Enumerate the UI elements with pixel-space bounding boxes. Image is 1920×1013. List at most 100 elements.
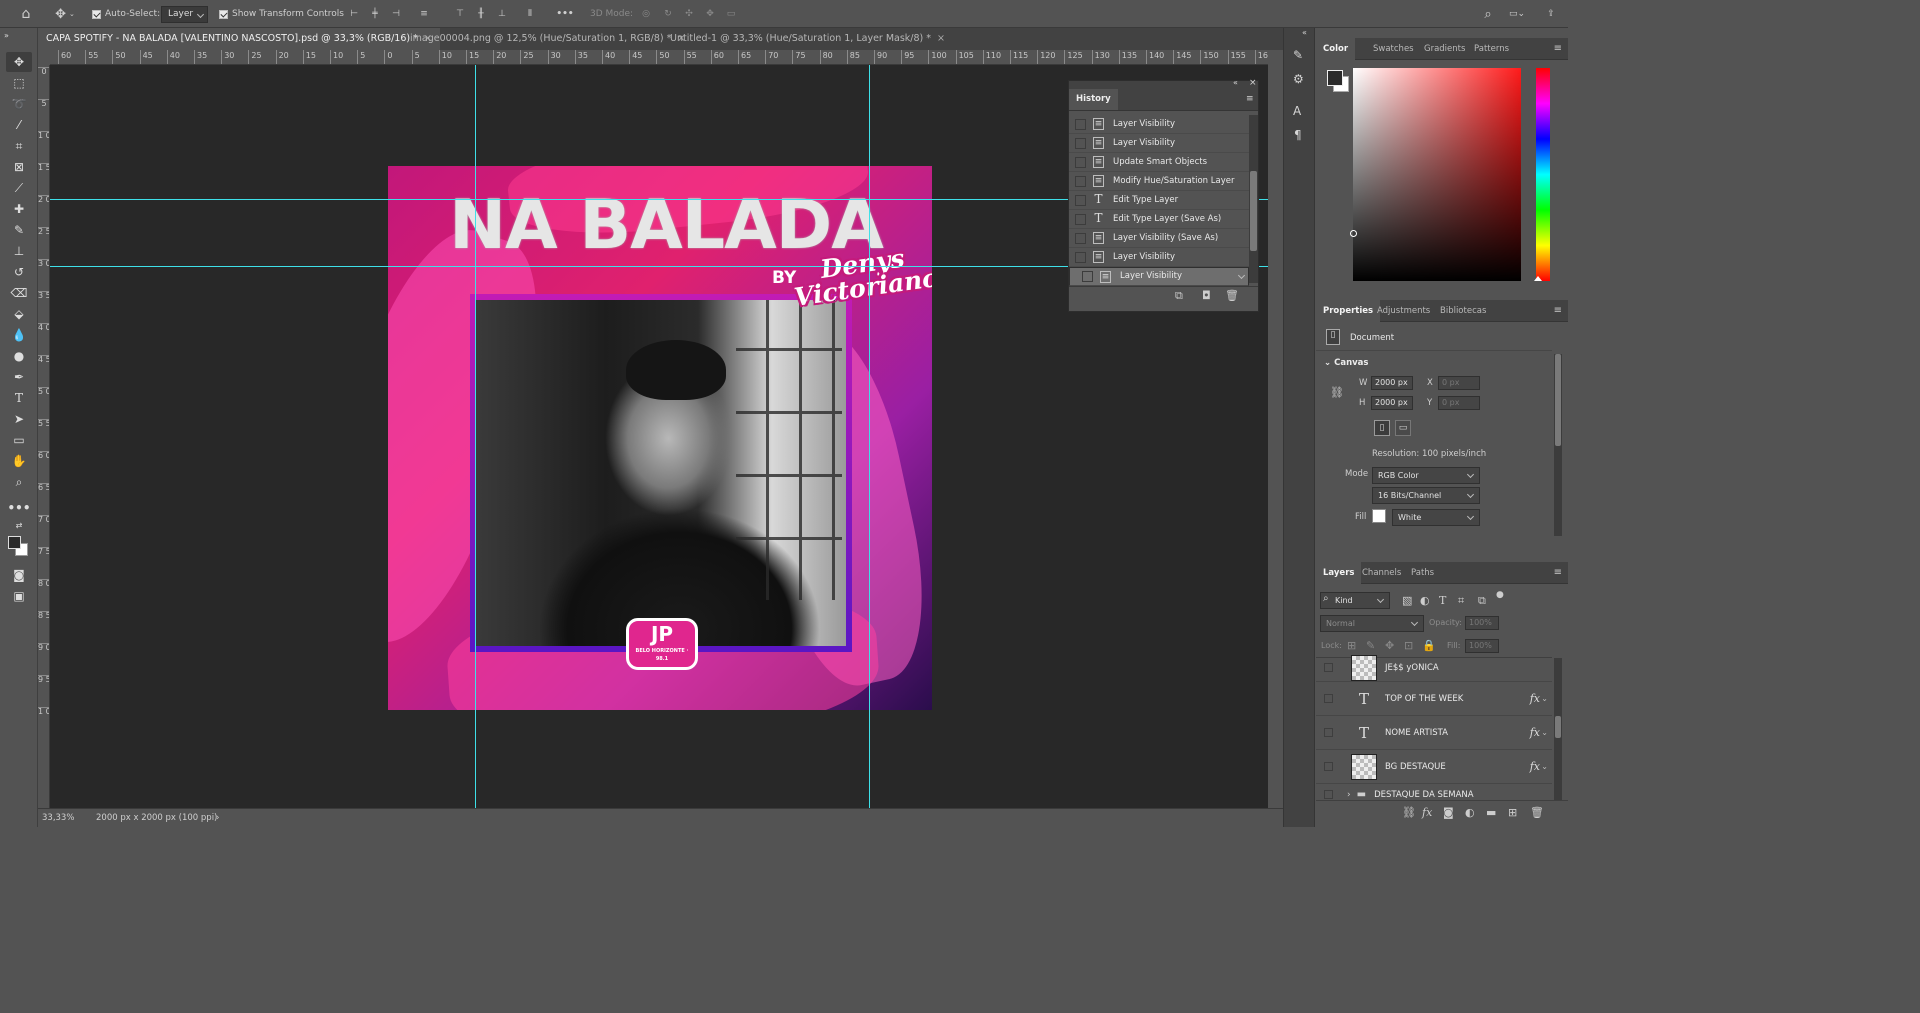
move-tool-icon[interactable]: ✥ [6,52,32,72]
align-right-icon[interactable]: ⊣ [388,4,404,24]
filter-toggle-icon[interactable]: ● [1496,590,1504,600]
move-tool-preset-icon[interactable]: ✥ ⌄ [50,4,80,24]
layer-row[interactable]: › ▬ DESTAQUE DA SEMANA [1316,784,1552,800]
canvas-section-toggle[interactable]: ⌄ Canvas [1324,358,1368,368]
new-document-from-state-icon[interactable]: ⧉ [1175,289,1183,303]
distribute-h-icon[interactable]: ⦀ [522,4,538,24]
landscape-orientation-icon[interactable]: ▭ [1395,420,1411,436]
history-state[interactable]: T Edit Type Layer [1069,191,1249,210]
layer-visibility-toggle[interactable] [1324,790,1333,799]
lock-artboard-icon[interactable]: ⊡ [1404,639,1413,652]
layer-effects-icon[interactable]: fx [1530,726,1540,739]
blur-tool-icon[interactable]: 💧 [6,325,32,345]
align-left-icon[interactable]: ⊢ [346,4,362,24]
history-source-checkbox[interactable] [1075,194,1086,206]
share-icon[interactable]: ⇪ [1542,4,1560,24]
history-state[interactable]: ≡ Layer Visibility [1069,248,1249,267]
zoom-level[interactable]: 33,33% [42,809,74,827]
auto-select-target-dropdown[interactable]: Layer [161,4,209,24]
filter-shape-icon[interactable]: ⌗ [1458,594,1464,608]
layer-visibility-toggle[interactable] [1324,663,1333,672]
layer-effects-icon[interactable]: fx [1530,760,1540,773]
zoom-tool-icon[interactable]: ⌕ [6,472,32,492]
history-source-checkbox[interactable] [1075,251,1086,263]
quick-mask-icon[interactable]: ◙ [6,565,32,585]
expand-effects-icon[interactable]: ⌄ [1541,762,1548,771]
hue-slider[interactable] [1534,68,1550,281]
color-cursor[interactable] [1350,230,1357,237]
expand-effects-icon[interactable]: ⌄ [1541,694,1548,703]
history-state[interactable]: ≡ Layer Visibility (Save As) [1069,229,1249,248]
layer-row[interactable]: BG DESTAQUE fx ⌄ [1316,750,1552,784]
layer-filter-kind-dropdown[interactable]: Kind [1320,592,1390,609]
history-source-checkbox[interactable] [1082,271,1093,282]
delete-state-icon[interactable]: 🗑 [1225,289,1239,302]
link-layers-icon[interactable]: ⛓ [1402,806,1416,819]
layer-visibility-toggle[interactable] [1324,762,1333,771]
foreground-color-swatch[interactable] [1327,70,1343,86]
tab-swatches[interactable]: Swatches [1366,38,1421,60]
eraser-tool-icon[interactable]: ⌫ [6,283,32,303]
brush-settings-icon[interactable]: ✎ [1293,48,1303,62]
layer-visibility-toggle[interactable] [1324,728,1333,737]
eyedropper-tool-icon[interactable]: ⟋ [6,178,32,198]
new-group-icon[interactable]: ▬ [1486,806,1496,819]
history-state[interactable]: ≡ Layer Visibility [1069,115,1249,134]
panel-menu-icon[interactable]: ≡ [1554,567,1562,578]
layer-name[interactable]: TOP OF THE WEEK [1385,694,1530,704]
home-icon[interactable]: ⌂ [16,4,36,24]
opacity-field[interactable]: 100% [1465,616,1499,630]
distribute-v-icon[interactable]: ≡ [416,4,432,24]
layer-name[interactable]: JE$$ yONICA [1385,663,1552,673]
layer-row[interactable]: T TOP OF THE WEEK fx ⌄ [1316,682,1552,716]
delete-layer-icon[interactable]: 🗑 [1530,806,1544,819]
history-source-checkbox[interactable] [1075,156,1086,168]
marquee-tool-icon[interactable]: ⬚ [6,73,32,93]
magic-wand-tool-icon[interactable]: ⁄ [6,115,32,135]
x-field[interactable]: 0 px [1438,376,1480,390]
paragraph-panel-icon[interactable]: ¶ [1294,128,1302,142]
guide-vertical[interactable] [869,65,870,808]
pen-tool-icon[interactable]: ✒ [6,367,32,387]
more-options-icon[interactable]: ••• [556,4,574,24]
character-panel-icon[interactable]: A [1293,104,1301,118]
collapse-dock-icon[interactable]: « [1302,28,1307,37]
status-menu-arrow-icon[interactable]: › [216,809,219,827]
color-mode-dropdown[interactable]: RGB Color [1372,467,1480,484]
history-state[interactable]: ≡ Update Smart Objects [1069,153,1249,172]
y-field[interactable]: 0 px [1438,396,1480,410]
collapse-toolbar-icon[interactable]: » [4,28,18,42]
lock-position-icon[interactable]: ✥ [1385,639,1394,652]
tab-untitled-1[interactable]: Untitled-1 @ 33,3% (Hue/Saturation 1, La… [662,28,953,50]
path-selection-tool-icon[interactable]: ➤ [6,409,32,429]
3d-orbit-icon[interactable]: ◎ [638,4,654,24]
type-tool-icon[interactable]: T [6,388,32,408]
layer-row[interactable]: JE$$ yONICA [1316,654,1552,682]
edit-toolbar-icon[interactable]: ••• [6,498,32,518]
fill-dropdown[interactable]: White [1392,509,1480,526]
lock-all-icon[interactable]: 🔒 [1422,639,1436,652]
history-source-checkbox[interactable] [1075,175,1086,187]
frame-tool-icon[interactable]: ⊠ [6,157,32,177]
layer-name[interactable]: BG DESTAQUE [1385,762,1530,772]
align-top-icon[interactable]: ⊤ [452,4,468,24]
3d-roll-icon[interactable]: ↻ [660,4,676,24]
show-transform-controls-checkbox[interactable]: Show Transform Controls [219,4,344,24]
tab-channels[interactable]: Channels [1355,562,1408,584]
screen-mode-icon[interactable]: ▣ [6,586,32,606]
tab-image00004[interactable]: image00004.png @ 12,5% (Hue/Saturation 1… [402,28,693,50]
rectangle-tool-icon[interactable]: ▭ [6,430,32,450]
tab-history[interactable]: History [1069,89,1118,110]
workspace-icon[interactable]: ▭⌄ [1505,4,1529,24]
panel-menu-icon[interactable]: ≡ [1554,305,1562,316]
vertical-ruler[interactable]: 0 5 1 0 1 5 2 0 2 5 3 0 3 5 4 0 4 5 5 0 5 5 6 0 6 5 7 … [38,65,50,808]
filter-pixel-icon[interactable]: ▧ [1402,594,1412,607]
crop-tool-icon[interactable]: ⌗ [6,136,32,156]
history-source-checkbox[interactable] [1075,137,1086,149]
panel-menu-icon[interactable]: ≡ [1246,94,1254,104]
swap-colors-icon[interactable]: ⇄ [6,520,32,530]
history-state[interactable]: ≡ Layer Visibility [1069,267,1249,286]
lock-transparent-icon[interactable]: ⊞ [1347,639,1356,652]
add-mask-icon[interactable]: ◙ [1443,806,1454,819]
3d-slide-icon[interactable]: ✥ [702,4,718,24]
